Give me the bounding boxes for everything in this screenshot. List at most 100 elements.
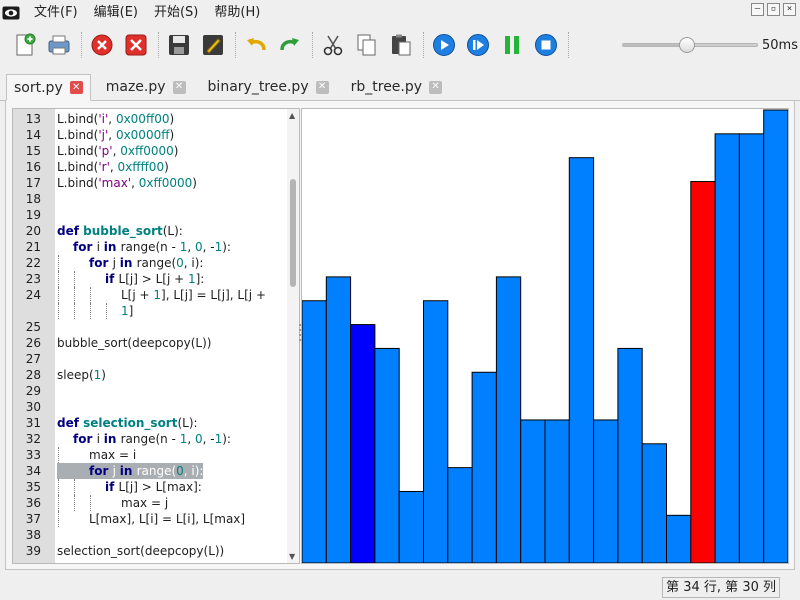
- code-text: max = j: [121, 495, 168, 511]
- menu-edit[interactable]: 编辑(E): [86, 0, 146, 26]
- code-token: bubble_sort(deepcopy(L)): [57, 336, 212, 350]
- code-token: in: [119, 464, 137, 478]
- scroll-down-icon[interactable]: ▼: [289, 552, 295, 561]
- line-number: 16: [25, 160, 41, 174]
- new-file-icon: [16, 33, 36, 56]
- bar: [520, 419, 546, 563]
- tab-rb-tree[interactable]: rb_tree.py ✕: [344, 74, 449, 100]
- code-token: for: [73, 240, 97, 254]
- status-cursor-position: 第 34 行, 第 30 列: [662, 577, 780, 598]
- menu-help[interactable]: 帮助(H): [206, 0, 268, 26]
- code-line: 15 L.bind('p', 0xff0000): [13, 143, 289, 159]
- menu-file[interactable]: 文件(F): [26, 0, 86, 26]
- code-line: 14 L.bind('j', 0x0000ff): [13, 127, 289, 143]
- close-icon[interactable]: ✕: [172, 80, 186, 94]
- indent-guide: [74, 287, 75, 303]
- line-number: 22: [25, 256, 41, 270]
- restore-button[interactable]: ▫: [767, 3, 780, 16]
- save-button[interactable]: [164, 30, 194, 60]
- paste-button[interactable]: [386, 30, 416, 60]
- scissors-icon: [323, 35, 343, 56]
- speed-slider[interactable]: [622, 37, 758, 53]
- code-token: ,: [108, 112, 116, 126]
- paste-icon: [392, 34, 411, 56]
- code-line: 13 L.bind('i', 0x00ff00): [13, 111, 289, 127]
- close-icon[interactable]: ✕: [429, 80, 443, 94]
- undo-button[interactable]: [241, 30, 271, 60]
- code-text: selection_sort(deepcopy(L)): [57, 543, 224, 559]
- copy-button[interactable]: [352, 30, 382, 60]
- tab-maze[interactable]: maze.py ✕: [99, 74, 193, 100]
- menubar: 文件(F) 编辑(E) 开始(S) 帮助(H) – ▫ ×: [0, 0, 800, 26]
- code-text: for i in range(n - 1, 0, -1):: [73, 239, 231, 255]
- bar: [690, 181, 716, 563]
- edit-button[interactable]: [198, 30, 228, 60]
- code-token: selection_sort(deepcopy(L)): [57, 544, 225, 558]
- line-number: 27: [25, 352, 41, 366]
- minimize-button[interactable]: –: [751, 3, 764, 16]
- redo-button[interactable]: [275, 30, 305, 60]
- code-line: 16 L.bind('r', 0xffff00): [13, 159, 289, 175]
- code-token: max = j: [121, 496, 169, 510]
- bar: [495, 276, 522, 563]
- code-token: 0: [194, 240, 203, 254]
- code-token: 0x00ff00: [115, 112, 170, 126]
- stop-button[interactable]: [87, 30, 117, 60]
- bar: [641, 443, 668, 563]
- tab-sort[interactable]: sort.py ✕: [6, 74, 91, 101]
- code-line: 28 sleep(1): [13, 367, 289, 383]
- code-token: ):: [222, 240, 231, 254]
- code-lines: 13 L.bind('i', 0x00ff00) 14 L.bind('j', 0x0…: [13, 111, 289, 559]
- indent-guide: [90, 303, 91, 319]
- code-line: 38: [13, 527, 289, 543]
- code-token: L.bind(: [57, 160, 99, 174]
- code-token: j: [112, 256, 120, 270]
- code-token: def: [57, 224, 84, 238]
- scroll-up-icon[interactable]: ▲: [289, 111, 295, 120]
- tab-binary-tree[interactable]: binary_tree.py ✕: [201, 74, 336, 100]
- pause-button[interactable]: [497, 30, 527, 60]
- print-button[interactable]: [44, 30, 74, 60]
- code-token: ): [101, 368, 106, 382]
- line-number: 28: [25, 368, 41, 382]
- stop-icon: [535, 34, 557, 56]
- code-token: 'max': [98, 176, 132, 190]
- code-token: range(n -: [120, 240, 180, 254]
- bar: [714, 133, 740, 563]
- code-token: selection_sort: [83, 416, 178, 430]
- code-token: L[j] > L[max]:: [118, 480, 202, 494]
- code-token: ]: [128, 304, 134, 318]
- code-token: in: [103, 240, 121, 254]
- code-token: ,: [187, 432, 195, 446]
- cut-button[interactable]: [318, 30, 348, 60]
- code-token: L[max], L[i] = L[i], L[max]: [89, 512, 246, 526]
- code-token: ): [173, 144, 179, 158]
- indent-guide: [58, 447, 59, 463]
- bar: [738, 133, 765, 563]
- code-token: ], L[j] = L[j], L[j +: [161, 288, 266, 302]
- toolbar-separator: [423, 32, 424, 58]
- code-line: 27: [13, 351, 289, 367]
- close-icon[interactable]: ✕: [69, 81, 83, 94]
- stop-run-button[interactable]: [531, 30, 561, 60]
- code-token: 1: [187, 272, 196, 286]
- close-file-button[interactable]: [121, 30, 151, 60]
- code-token: range(: [136, 256, 177, 270]
- code-line: 30: [13, 399, 289, 415]
- indent-guide: [90, 287, 91, 303]
- menu-start[interactable]: 开始(S): [146, 0, 206, 26]
- scrollbar-thumb[interactable]: [290, 179, 296, 287]
- line-number: 14: [25, 128, 41, 142]
- code-line: 26 bubble_sort(deepcopy(L)): [13, 335, 289, 351]
- close-window-button[interactable]: ×: [783, 3, 796, 16]
- code-token: 1: [121, 304, 129, 318]
- step-button[interactable]: [463, 30, 493, 60]
- new-file-button[interactable]: [10, 30, 40, 60]
- code-token: (L):: [177, 416, 198, 430]
- speed-slider-handle[interactable]: [679, 37, 696, 53]
- run-button[interactable]: [429, 30, 459, 60]
- code-editor[interactable]: 13 L.bind('i', 0x00ff00) 14 L.bind('j', 0x0…: [12, 108, 300, 564]
- close-icon[interactable]: ✕: [315, 80, 329, 94]
- code-token: 0xff0000: [120, 144, 174, 158]
- code-text: 1]: [121, 303, 133, 319]
